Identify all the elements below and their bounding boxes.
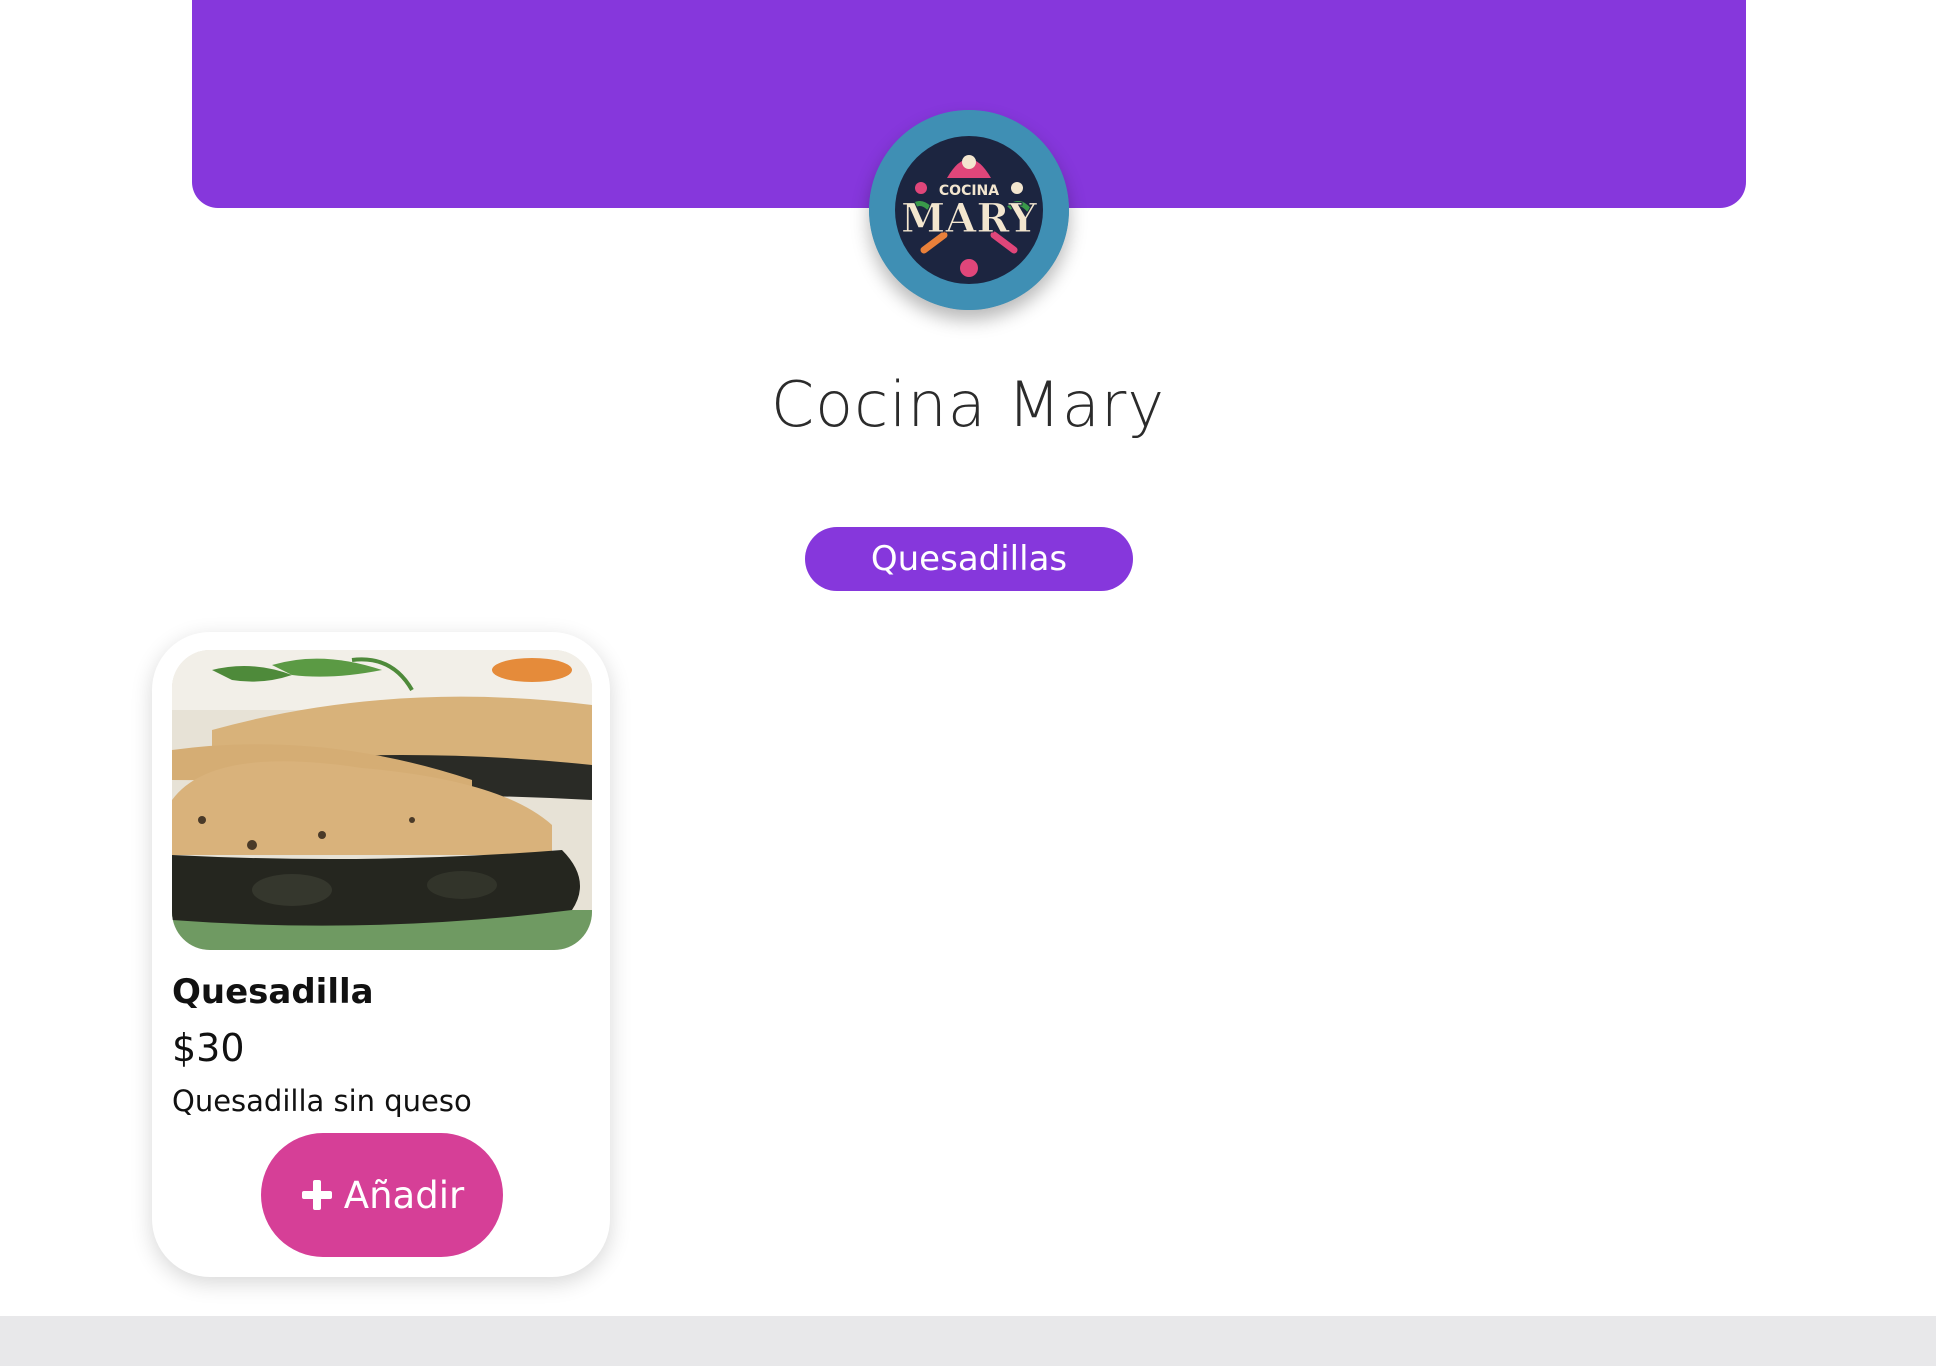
product-card[interactable]: Quesadilla $30 Quesadilla sin queso Añad…: [152, 632, 610, 1277]
restaurant-logo-icon: COCINA MARY: [869, 110, 1069, 310]
product-price: $30: [172, 1026, 245, 1070]
logo-main-text: MARY: [901, 195, 1037, 242]
category-tab-quesadillas[interactable]: Quesadillas: [805, 527, 1133, 591]
restaurant-logo: COCINA MARY: [869, 110, 1069, 310]
add-button-label: Añadir: [343, 1173, 465, 1217]
plus-icon: [300, 1178, 334, 1212]
quesadilla-photo: [172, 650, 592, 950]
footer-bar: [0, 1316, 1936, 1366]
restaurant-title: Cocina Mary: [770, 368, 1166, 441]
product-description: Quesadilla sin queso: [172, 1084, 472, 1118]
menu-page: COCINA MARY Cocina Mary Quesadillas Ques…: [0, 0, 1936, 1366]
product-name: Quesadilla: [172, 972, 374, 1012]
add-to-cart-button[interactable]: Añadir: [261, 1133, 503, 1257]
product-image: [172, 650, 592, 950]
